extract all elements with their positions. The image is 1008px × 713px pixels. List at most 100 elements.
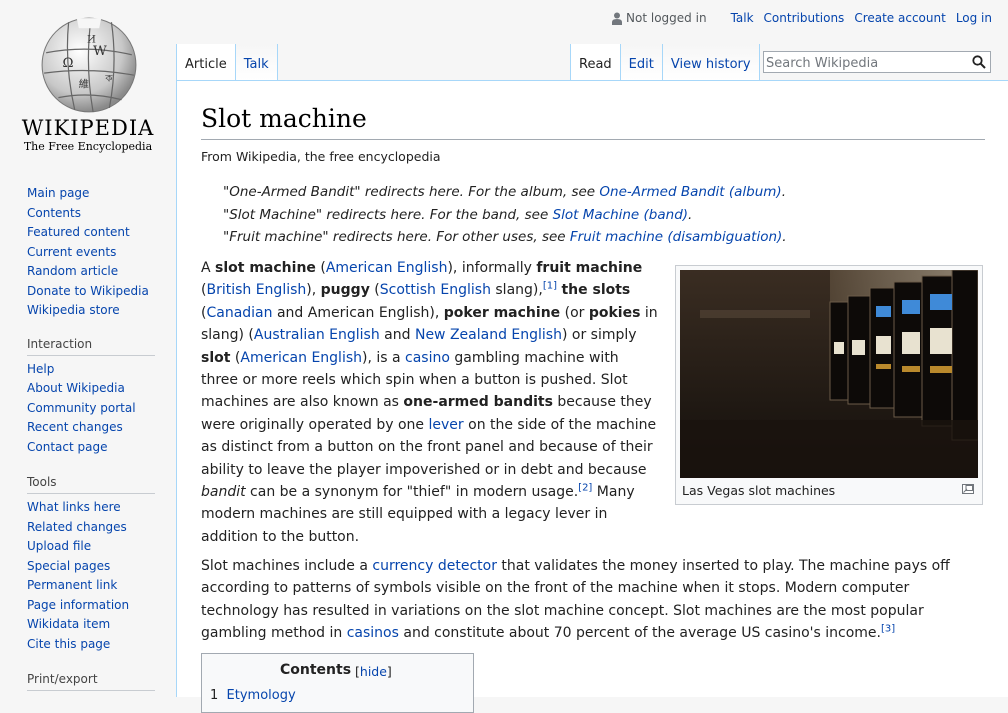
search-icon[interactable] (972, 55, 986, 69)
hatnote-link[interactable]: Fruit machine (disambiguation) (570, 229, 782, 245)
sidebar-item-related-changes[interactable]: Related changes (27, 520, 127, 534)
wiki-link[interactable]: currency detector (372, 558, 497, 574)
wiki-link[interactable]: Scottish English (380, 282, 491, 298)
hatnote-end: . (688, 207, 693, 223)
sidebar-item-contact-page[interactable]: Contact page (27, 440, 107, 454)
hatnote-text: "Slot Machine" redirects here. For the b… (223, 207, 553, 223)
slot-machines-image[interactable] (680, 270, 978, 478)
wiki-link[interactable]: New Zealand English (415, 327, 562, 343)
sidebar-item-cite-this-page[interactable]: Cite this page (27, 637, 110, 651)
term-bold: pokies (588, 304, 641, 321)
tab-view-history[interactable]: View history (662, 44, 760, 80)
svg-text:維: 維 (79, 77, 89, 90)
wiki-link[interactable]: Australian English (254, 327, 380, 343)
svg-text:И: И (87, 35, 96, 46)
search-input[interactable] (764, 53, 958, 74)
tab-article-label: Article (185, 57, 227, 72)
tab-talk-label: Talk (243, 57, 269, 72)
hatnote: "One-Armed Bandit" redirects here. For t… (223, 184, 786, 200)
text: ( (230, 349, 241, 366)
sidebar-item-current-events[interactable]: Current events (27, 245, 116, 259)
wikipedia-logo[interactable]: Ω W И 維 ক WIKIPEDIA The Free Encyclopedi… (0, 0, 176, 160)
sidebar-item-upload-file[interactable]: Upload file (27, 539, 91, 553)
toc-hide-link[interactable]: hide (360, 664, 387, 679)
view-tabs: Read Edit View history (570, 44, 760, 80)
toc-item-link[interactable]: Etymology (227, 688, 296, 703)
contributions-link[interactable]: Contributions (764, 11, 845, 25)
hatnote-end: . (781, 184, 786, 200)
toc-title: Contents (280, 662, 352, 678)
talk-link[interactable]: Talk (731, 11, 754, 25)
hatnote-link[interactable]: Slot Machine (band) (553, 207, 688, 223)
sidebar-item-store[interactable]: Wikipedia store (27, 303, 120, 317)
sidebar-item-featured-content[interactable]: Featured content (27, 225, 130, 239)
sidebar-tools: Tools What links here Related changes Up… (0, 471, 155, 654)
wiki-link[interactable]: casino (405, 350, 450, 366)
reference-link[interactable]: [3] (881, 624, 895, 635)
page-title: Slot machine (201, 101, 985, 140)
term-bold: poker machine (443, 304, 561, 321)
tab-read[interactable]: Read (570, 44, 621, 80)
sidebar: Main page Contents Featured content Curr… (0, 180, 176, 691)
hatnote-link[interactable]: One-Armed Bandit (album) (599, 184, 781, 200)
logo-tagline: The Free Encyclopedia (23, 140, 153, 153)
thumbnail-caption: Las Vegas slot machines (682, 483, 836, 498)
hatnote: "Fruit machine" redirects here. For othe… (223, 229, 787, 245)
text: ), informally (447, 260, 537, 276)
term-bold: the slots (561, 282, 631, 299)
text: (or (560, 304, 589, 321)
toc-item: 1 Etymology (210, 688, 296, 703)
sidebar-item-permanent-link[interactable]: Permanent link (27, 578, 117, 592)
term-italic: bandit (201, 484, 246, 501)
tab-read-label: Read (579, 57, 612, 72)
sidebar-item-what-links-here[interactable]: What links here (27, 500, 121, 514)
toc-item-number: 1 (210, 688, 219, 703)
user-icon (612, 12, 623, 25)
sidebar-item-recent-changes[interactable]: Recent changes (27, 420, 123, 434)
reference-link[interactable]: [1] (543, 281, 557, 292)
thumbnail-figure: Las Vegas slot machines (675, 265, 983, 505)
log-in-link[interactable]: Log in (956, 11, 992, 25)
wiki-link[interactable]: American English (326, 260, 448, 276)
sidebar-item-contents[interactable]: Contents (27, 206, 81, 220)
tab-talk[interactable]: Talk (235, 44, 278, 80)
wiki-link[interactable]: American English (240, 350, 362, 366)
tab-edit-label: Edit (628, 57, 654, 72)
term-bold: fruit machine (536, 260, 643, 276)
term-bold: slot machine (215, 260, 316, 276)
text: slang), (490, 282, 543, 299)
table-of-contents: Contents [hide] 1 Etymology (201, 653, 474, 713)
wiki-link[interactable]: casinos (347, 625, 399, 641)
not-logged-in-label: Not logged in (626, 11, 707, 25)
sidebar-print-export: Print/export (0, 668, 155, 691)
namespace-tabs: Article Talk (176, 44, 278, 80)
article-paragraph: A slot machine (American English), infor… (201, 257, 659, 548)
svg-text:ক: ক (104, 73, 113, 84)
sidebar-item-special-pages[interactable]: Special pages (27, 559, 110, 573)
create-account-link[interactable]: Create account (854, 11, 946, 25)
sidebar-item-main-page[interactable]: Main page (27, 186, 89, 200)
sidebar-item-wikidata-item[interactable]: Wikidata item (27, 617, 110, 631)
svg-text:W: W (93, 44, 107, 59)
wiki-link[interactable]: Canadian (206, 305, 272, 321)
sidebar-item-about[interactable]: About Wikipedia (27, 381, 125, 395)
text: and constitute about 70 percent of the a… (398, 625, 881, 642)
enlarge-icon[interactable] (962, 484, 974, 494)
sidebar-item-help[interactable]: Help (27, 362, 54, 376)
text: and American English), (272, 304, 444, 321)
tab-edit[interactable]: Edit (620, 44, 663, 80)
sidebar-item-community-portal[interactable]: Community portal (27, 401, 136, 415)
slot-machines-photo (680, 270, 978, 478)
text: ), is a (362, 349, 406, 366)
personal-tools: Not logged in Talk Contributions Create … (612, 11, 992, 25)
tab-view-history-label: View history (670, 57, 751, 72)
hatnote: "Slot Machine" redirects here. For the b… (223, 207, 692, 223)
wiki-link[interactable]: lever (429, 417, 464, 433)
reference-link[interactable]: [2] (578, 482, 592, 493)
sidebar-item-random-article[interactable]: Random article (27, 264, 118, 278)
sidebar-item-donate[interactable]: Donate to Wikipedia (27, 284, 149, 298)
sidebar-heading-print-export[interactable]: Print/export (27, 668, 155, 691)
tab-article[interactable]: Article (176, 44, 236, 80)
sidebar-item-page-information[interactable]: Page information (27, 598, 129, 612)
wiki-link[interactable]: British English (206, 282, 306, 298)
